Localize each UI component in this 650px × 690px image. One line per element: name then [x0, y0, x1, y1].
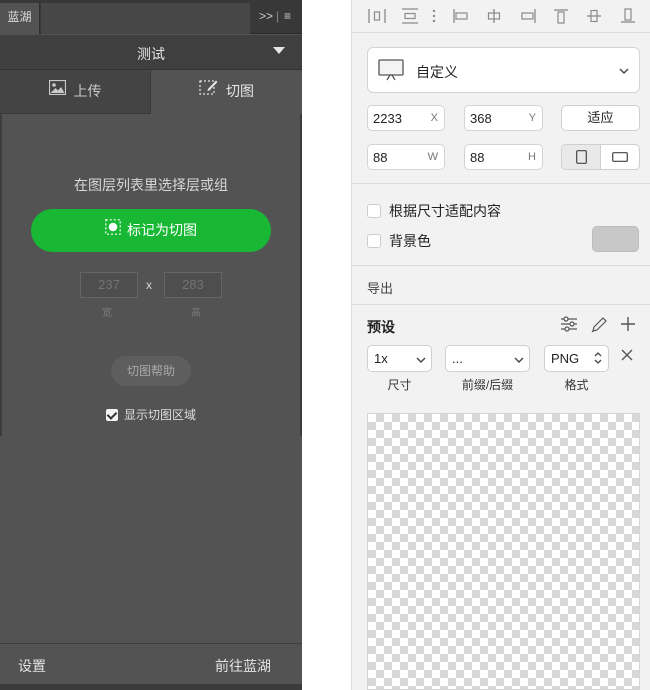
- artboard-display-icon: [378, 59, 404, 84]
- export-size-select[interactable]: 1x: [367, 345, 432, 372]
- artboard-preset-select[interactable]: 自定义: [367, 47, 640, 93]
- alignment-toolbar: [352, 0, 650, 33]
- fit-button[interactable]: 适应: [561, 105, 640, 131]
- tab-upload-label: 上传: [73, 83, 102, 99]
- distribute-horizontal-icon[interactable]: [368, 8, 386, 24]
- tab-slice[interactable]: 切图: [151, 70, 302, 114]
- mark-as-slice-button[interactable]: 标记为切图: [31, 209, 271, 252]
- width-field[interactable]: 88 W: [367, 144, 445, 170]
- dimension-times: x: [146, 278, 152, 292]
- image-icon: [48, 69, 66, 111]
- width-unit-label: W: [427, 151, 438, 163]
- mode-tabs: 上传 切图: [0, 70, 302, 114]
- checkbox-icon: [367, 234, 381, 249]
- panel-edge-left: [0, 114, 2, 436]
- background-color-checkbox[interactable]: 背景色: [367, 231, 431, 251]
- show-slice-area-checkbox[interactable]: 显示切图区域: [106, 408, 196, 422]
- align-bottom-icon[interactable]: [619, 8, 637, 24]
- panel-edge-right: [300, 114, 302, 436]
- x-position-field[interactable]: 2233 X: [367, 105, 445, 131]
- presets-heading: 预设: [367, 319, 395, 335]
- x-value: 2233: [373, 111, 402, 126]
- x-unit-label: X: [430, 112, 438, 124]
- export-format-value: PNG: [551, 351, 580, 366]
- show-slice-area-label: 显示切图区域: [124, 408, 197, 422]
- remove-export-icon[interactable]: [621, 349, 633, 364]
- chevron-down-icon: [273, 47, 285, 54]
- height-unit-label: H: [528, 151, 536, 163]
- settings-link[interactable]: 设置: [18, 656, 46, 676]
- panel-menu-icon[interactable]: ≡: [284, 9, 291, 23]
- portrait-icon: [576, 150, 587, 164]
- y-unit-label: Y: [528, 112, 536, 124]
- width-label: 宽: [102, 308, 112, 319]
- checkbox-checked-icon: [106, 408, 118, 421]
- panel-resize-grip[interactable]: [0, 684, 302, 690]
- panel-footer: 设置 前往蓝湖: [0, 643, 302, 690]
- export-heading: 导出: [367, 281, 394, 296]
- chevron-down-icon: [416, 352, 426, 367]
- height-label: 高: [191, 308, 201, 319]
- align-top-icon[interactable]: [552, 8, 570, 24]
- distribute-vertical-icon[interactable]: [401, 8, 419, 24]
- landscape-button[interactable]: [601, 145, 639, 169]
- background-color-swatch[interactable]: [592, 226, 639, 252]
- suffix-caption: 前缀/后缀: [461, 378, 514, 392]
- export-format-select[interactable]: PNG: [544, 345, 609, 372]
- sliders-settings-icon[interactable]: [560, 316, 578, 335]
- mark-as-slice-label: 标记为切图: [127, 222, 197, 238]
- slice-height-input[interactable]: 283: [164, 272, 222, 298]
- pen-icon[interactable]: [590, 316, 608, 336]
- background-color-label: 背景色: [389, 233, 431, 249]
- slice-target-icon: [105, 209, 121, 252]
- tab-slice-label: 切图: [226, 83, 254, 99]
- width-value: 88: [373, 150, 388, 165]
- panel-tab-spacer: [41, 3, 250, 34]
- export-suffix-select[interactable]: ...: [445, 345, 530, 372]
- height-value: 88: [470, 150, 485, 165]
- slice-help-button[interactable]: 切图帮助: [111, 356, 191, 386]
- align-horizontal-center-icon[interactable]: [485, 8, 503, 24]
- slice-width-input[interactable]: 237: [80, 272, 138, 298]
- resize-to-fit-label: 根据尺寸适配内容: [389, 203, 501, 219]
- align-left-icon[interactable]: [452, 8, 470, 24]
- panel-tab-lanhu[interactable]: 蓝湖: [0, 3, 40, 34]
- divider: [352, 183, 650, 184]
- select-layer-hint: 在图层列表里选择层或组: [74, 177, 228, 193]
- landscape-icon: [612, 152, 628, 162]
- tab-upload[interactable]: 上传: [0, 70, 151, 114]
- collapse-panel-icon[interactable]: >>: [259, 9, 273, 23]
- divider: [352, 304, 650, 305]
- portrait-button[interactable]: [562, 145, 601, 169]
- export-preview: [367, 413, 640, 690]
- export-suffix-value: ...: [452, 351, 463, 366]
- chevron-updown-icon: [593, 349, 603, 370]
- project-name: 测试: [137, 46, 165, 62]
- panel-tab-bar: 蓝湖 >> | ≡: [0, 0, 302, 34]
- divider: |: [276, 9, 280, 23]
- artboard-preset-label: 自定义: [416, 64, 458, 80]
- add-icon[interactable]: [620, 316, 636, 335]
- inspector-panel: 自定义 2233 X 368 Y 适应 88 W 88 H 根据尺寸适配内容 背…: [351, 0, 650, 690]
- export-size-value: 1x: [374, 351, 388, 366]
- resize-to-fit-checkbox[interactable]: 根据尺寸适配内容: [367, 201, 501, 221]
- slice-icon: [199, 69, 218, 111]
- project-selector[interactable]: 测试: [0, 35, 302, 70]
- go-to-lanhu-link[interactable]: 前往蓝湖: [215, 656, 271, 676]
- divider: [352, 265, 650, 266]
- more-options-icon[interactable]: [430, 8, 438, 24]
- format-caption: 格式: [564, 378, 589, 392]
- height-field[interactable]: 88 H: [464, 144, 543, 170]
- chevron-down-icon: [619, 63, 629, 78]
- lanhu-panel: 蓝湖 >> | ≡ 测试 上传 切图 在图层列表里选择层或组 标记为切图 237…: [0, 0, 302, 690]
- chevron-down-icon: [514, 352, 524, 367]
- orientation-toggle: [561, 144, 640, 170]
- align-right-icon[interactable]: [519, 8, 537, 24]
- checkbox-icon: [367, 204, 381, 219]
- align-vertical-center-icon[interactable]: [585, 8, 603, 24]
- y-value: 368: [470, 111, 492, 126]
- size-caption: 尺寸: [387, 378, 412, 392]
- y-position-field[interactable]: 368 Y: [464, 105, 543, 131]
